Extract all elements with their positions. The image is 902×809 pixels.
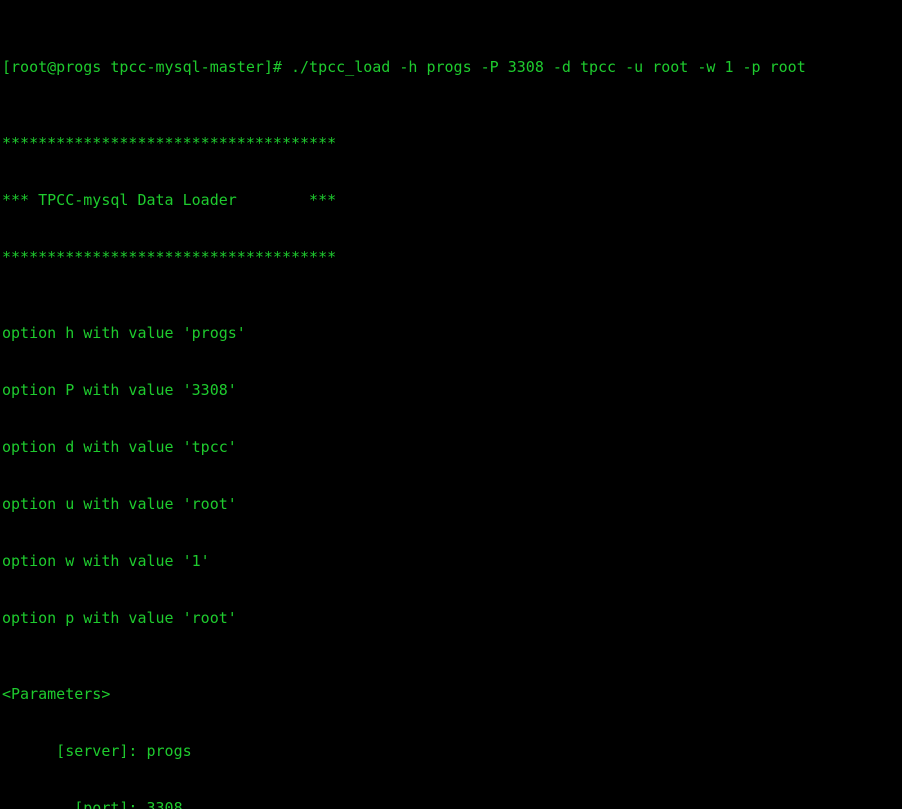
banner-rule-bottom: *************************************: [2, 248, 337, 266]
option-line: option d with value 'tpcc': [2, 438, 237, 456]
terminal-window[interactable]: [root@progs tpcc-mysql-master]# ./tpcc_l…: [0, 0, 902, 809]
option-line: option w with value '1': [2, 552, 210, 570]
banner-rule-top: *************************************: [2, 134, 337, 152]
terminal-output: [root@progs tpcc-mysql-master]# ./tpcc_l…: [2, 1, 806, 809]
parameter-line-port: [port]: 3308: [2, 799, 183, 809]
command-prompt-line: [root@progs tpcc-mysql-master]# ./tpcc_l…: [2, 58, 806, 76]
parameters-header: <Parameters>: [2, 685, 111, 703]
option-line: option P with value '3308': [2, 381, 237, 399]
option-line: option u with value 'root': [2, 495, 237, 513]
parameter-line-server: [server]: progs: [2, 742, 192, 760]
banner-title-line: *** TPCC-mysql Data Loader ***: [2, 191, 337, 209]
option-line: option p with value 'root': [2, 609, 237, 627]
option-line: option h with value 'progs': [2, 324, 246, 342]
